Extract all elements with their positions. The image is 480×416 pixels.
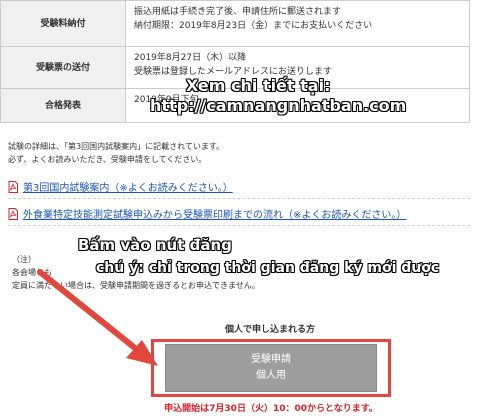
overlay-instruction: Bấm vào nút đăng	[78, 236, 232, 254]
row-value-line: 振込用紙は手続き完了後、申請住所に郵送されます	[134, 7, 342, 17]
guide-pdf-link[interactable]: 第3回国内試験案内（※よくお読みください。）	[8, 179, 233, 194]
row-label: 合格発表	[0, 88, 126, 123]
table-row: 受験料納付 振込用紙は手続き完了後、申請住所に郵送されます 納付期限：2019年…	[0, 0, 470, 47]
pdf-icon	[8, 207, 18, 220]
individual-apply-title: 個人で申し込まれる方	[224, 325, 315, 335]
caution-line: 定員に満たない場合は、受験申請期間を過ぎるとお申込できません。	[12, 281, 260, 290]
overlay-caption: Xem chi tiết tại:	[186, 76, 331, 95]
row-value: 振込用紙は手続き完了後、申請住所に郵送されます 納付期限：2019年8月23日（…	[125, 0, 470, 47]
note-line: 必ず、よくお読みいただき、受験申請をしてください。	[8, 155, 207, 164]
guide-link-text[interactable]: 第3回国内試験案内（※よくお読みください。）	[23, 179, 233, 194]
row-label: 受験料納付	[0, 0, 126, 47]
overlay-url: http://camnangnhatban.com	[150, 96, 407, 115]
overlay-warning: chú ý: chỉ trong thời gian đăng ký mới đ…	[96, 260, 440, 276]
apply-button-label: 受験申請	[251, 354, 291, 365]
apply-button-sublabel: 個人用	[256, 370, 286, 381]
exam-details-note: 試験の詳細は、「第3回国内試験案内」に記載されています。 必ず、よくお読みいただ…	[8, 140, 470, 166]
divider	[8, 198, 470, 199]
pdf-icon	[8, 180, 18, 193]
note-line: 試験の詳細は、「第3回国内試験案内」に記載されています。	[8, 142, 225, 151]
apply-individual-button[interactable]: 受験申請 個人用	[165, 344, 377, 392]
flow-pdf-link[interactable]: 外食業特定技能測定試験申込みから受験票印刷までの流れ（※よくお読みください。）	[8, 206, 406, 221]
row-value-line: 2019年8月27日（木）以降	[134, 53, 247, 63]
row-label: 受験票の送付	[0, 46, 126, 89]
divider	[8, 225, 470, 226]
application-start-note: 申込開始は7月30日（火）10：00からとなります。	[164, 404, 378, 414]
row-value-line: 納付期限：2019年8月23日（金）までにお支払いください	[134, 21, 373, 31]
flow-link-text[interactable]: 外食業特定技能測定試験申込みから受験票印刷までの流れ（※よくお読みください。）	[23, 206, 406, 221]
